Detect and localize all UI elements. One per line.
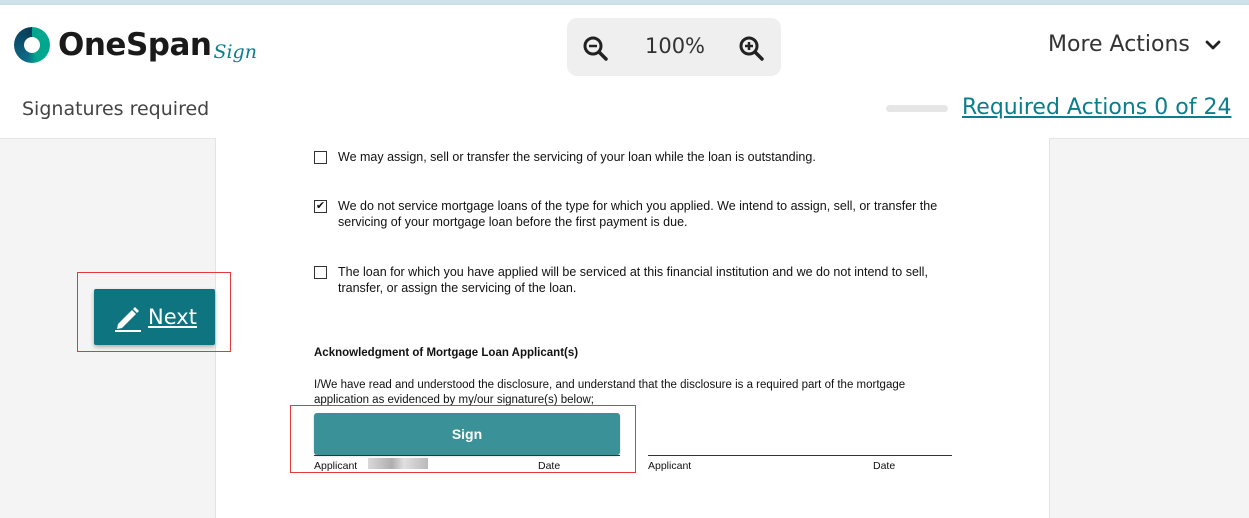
checkbox-option-1[interactable] <box>314 151 327 164</box>
signature-line-2 <box>648 455 952 456</box>
checkbox-option-3[interactable] <box>314 266 327 279</box>
servicing-option-3: The loan for which you have applied will… <box>314 264 958 296</box>
zoom-level: 100% <box>644 34 706 58</box>
page-title: Signatures required <box>22 98 210 120</box>
required-actions-link[interactable]: Required Actions 0 of 24 <box>962 95 1231 120</box>
brand-sub: Sign <box>213 41 257 63</box>
servicing-option-2: ✔ We do not service mortgage loans of th… <box>314 198 958 230</box>
option-text: The loan for which you have applied will… <box>338 265 928 295</box>
option-text: We may assign, sell or transfer the serv… <box>338 150 816 164</box>
chevron-down-icon <box>1205 40 1221 49</box>
acknowledgment-text: I/We have read and understood the disclo… <box>314 379 906 406</box>
servicing-option-1: We may assign, sell or transfer the serv… <box>314 149 958 165</box>
required-actions-progress <box>886 105 948 112</box>
logo-ring-icon <box>14 27 50 63</box>
brand-name: OneSpan <box>58 27 212 63</box>
date-label-2: Date <box>873 460 896 472</box>
highlight-next <box>77 272 231 352</box>
checkbox-option-2[interactable]: ✔ <box>314 200 327 213</box>
status-bar: Signatures required Required Actions 0 o… <box>0 80 1249 139</box>
zoom-out-icon[interactable] <box>582 35 608 61</box>
onespan-logo: OneSpan Sign <box>14 25 257 65</box>
app-header: OneSpan Sign 100% More Actions <box>0 4 1249 81</box>
option-text: We do not service mortgage loans of the … <box>338 199 938 229</box>
acknowledgment-heading: Acknowledgment of Mortgage Loan Applican… <box>314 347 579 359</box>
zoom-control: 100% <box>567 18 781 76</box>
more-actions-menu[interactable]: More Actions <box>1048 32 1222 57</box>
zoom-in-icon[interactable] <box>738 35 764 61</box>
highlight-sign <box>290 405 636 473</box>
more-actions-label: More Actions <box>1048 32 1190 57</box>
applicant-label-2: Applicant <box>648 460 692 472</box>
